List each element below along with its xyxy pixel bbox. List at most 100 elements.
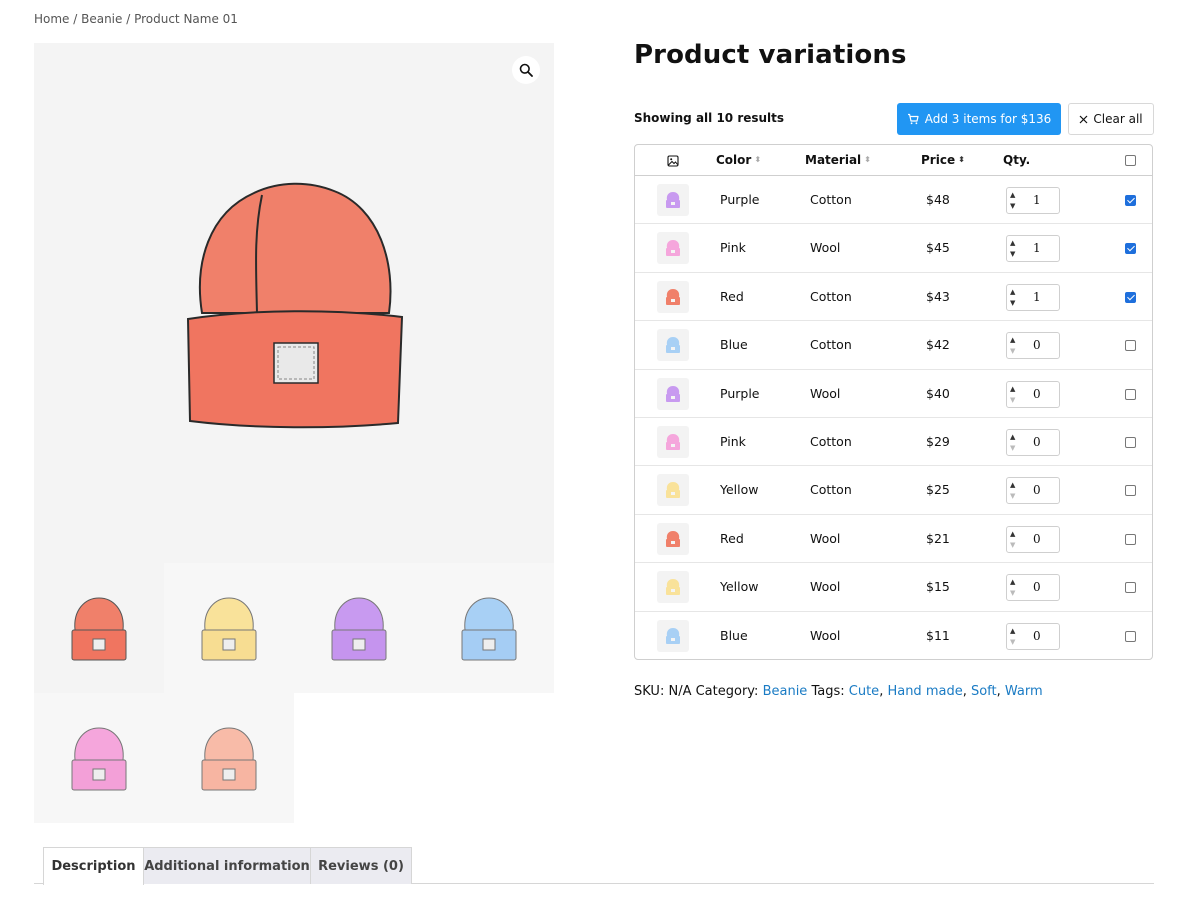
thumbnail-pink[interactable] xyxy=(34,693,164,823)
tag-link[interactable]: Cute xyxy=(849,684,879,699)
increment-arrow-icon[interactable]: ▲ xyxy=(1010,288,1021,296)
decrement-arrow-icon[interactable]: ▼ xyxy=(1010,250,1021,258)
beanie-icon xyxy=(666,288,680,305)
variation-color: Pink xyxy=(720,240,746,256)
main-product-image[interactable] xyxy=(34,43,554,563)
thumbnail-yellow[interactable] xyxy=(164,563,294,693)
zoom-button[interactable] xyxy=(512,56,540,84)
tab-additional-information[interactable]: Additional information xyxy=(143,847,311,884)
variation-material: Wool xyxy=(810,627,841,643)
beanie-image-purple xyxy=(331,597,387,661)
variation-select-checkbox[interactable] xyxy=(1125,340,1136,352)
tab-reviews[interactable]: Reviews (0) xyxy=(310,847,412,884)
color-column-header[interactable]: Color ⬍ xyxy=(716,153,761,167)
variation-select-checkbox[interactable] xyxy=(1125,437,1136,448)
quantity-stepper[interactable]: ▲ ▼ 1 xyxy=(1006,187,1060,214)
increment-arrow-icon[interactable]: ▲ xyxy=(1010,481,1021,489)
thumbnail-red[interactable] xyxy=(34,563,164,693)
quantity-stepper[interactable]: ▲ ▼ 0 xyxy=(1006,525,1060,553)
variation-thumbnail[interactable] xyxy=(657,184,689,216)
decrement-arrow-icon[interactable]: ▼ xyxy=(1010,444,1021,452)
stepper-arrows: ▲ ▼ xyxy=(1010,385,1021,404)
variation-select-checkbox[interactable] xyxy=(1125,195,1136,206)
variation-select-checkbox[interactable] xyxy=(1125,630,1136,642)
stepper-arrows: ▲ ▼ xyxy=(1010,336,1021,355)
increment-arrow-icon[interactable]: ▲ xyxy=(1010,627,1021,635)
beanie-image-red xyxy=(71,597,127,661)
variation-select-checkbox[interactable] xyxy=(1125,485,1136,497)
table-row: Pink Wool $45 ▲ ▼ 1 xyxy=(635,224,1152,273)
table-row: Purple Wool $40 ▲ ▼ 0 xyxy=(635,370,1152,418)
quantity-stepper[interactable]: ▲ ▼ 0 xyxy=(1006,429,1060,456)
add-to-cart-button[interactable]: Add 3 items for $136 xyxy=(897,103,1061,135)
thumbnail-peach[interactable] xyxy=(164,693,294,823)
increment-arrow-icon[interactable]: ▲ xyxy=(1010,385,1021,393)
quantity-stepper[interactable]: ▲ ▼ 0 xyxy=(1006,380,1060,408)
quantity-stepper[interactable]: ▲ ▼ 0 xyxy=(1006,574,1060,602)
add-to-cart-label: Add 3 items for $136 xyxy=(924,112,1052,126)
quantity-stepper[interactable]: ▲ ▼ 0 xyxy=(1006,332,1060,360)
variation-thumbnail[interactable] xyxy=(657,426,689,458)
increment-arrow-icon[interactable]: ▲ xyxy=(1010,578,1021,586)
category-link[interactable]: Beanie xyxy=(763,684,808,699)
variation-thumbnail[interactable] xyxy=(657,571,689,604)
variation-thumbnail[interactable] xyxy=(657,377,689,410)
variation-color: Blue xyxy=(720,627,748,643)
variation-price: $48 xyxy=(926,192,950,207)
decrement-arrow-icon[interactable]: ▼ xyxy=(1010,541,1021,549)
decrement-arrow-icon[interactable]: ▼ xyxy=(1010,589,1021,597)
variation-select-checkbox[interactable] xyxy=(1125,291,1136,303)
quantity-stepper[interactable]: ▲ ▼ 1 xyxy=(1006,235,1060,263)
beanie-icon xyxy=(666,627,680,644)
quantity-value: 1 xyxy=(1033,193,1041,207)
increment-arrow-icon[interactable]: ▲ xyxy=(1010,191,1021,199)
decrement-arrow-icon[interactable]: ▼ xyxy=(1010,202,1021,210)
increment-arrow-icon[interactable]: ▲ xyxy=(1010,336,1021,344)
decrement-arrow-icon[interactable]: ▼ xyxy=(1010,347,1021,355)
breadcrumb[interactable]: Home / Beanie / Product Name 01 xyxy=(34,12,238,26)
quantity-stepper[interactable]: ▲ ▼ 0 xyxy=(1006,477,1060,505)
qty-column-header: Qty. xyxy=(1003,153,1030,167)
quantity-value: 0 xyxy=(1033,531,1041,546)
variation-thumbnail[interactable] xyxy=(657,522,689,555)
variation-thumbnail[interactable] xyxy=(657,329,689,362)
variation-thumbnail[interactable] xyxy=(657,474,689,507)
variation-thumbnail[interactable] xyxy=(657,619,689,652)
thumbnail-purple[interactable] xyxy=(294,563,424,693)
increment-arrow-icon[interactable]: ▲ xyxy=(1010,530,1021,538)
tab-description[interactable]: Description xyxy=(43,847,144,885)
variation-thumbnail[interactable] xyxy=(657,280,689,313)
increment-arrow-icon[interactable]: ▲ xyxy=(1010,239,1021,247)
variation-thumbnail[interactable] xyxy=(657,232,689,265)
tag-link[interactable]: Warm xyxy=(1005,684,1043,699)
quantity-value: 1 xyxy=(1033,241,1041,256)
decrement-arrow-icon[interactable]: ▼ xyxy=(1010,396,1021,404)
select-all-checkbox[interactable] xyxy=(1125,155,1136,166)
beanie-icon xyxy=(666,192,680,208)
decrement-arrow-icon[interactable]: ▼ xyxy=(1010,299,1021,307)
material-header-label: Material xyxy=(805,153,862,167)
variation-select-checkbox[interactable] xyxy=(1125,243,1136,255)
decrement-arrow-icon[interactable]: ▼ xyxy=(1010,492,1021,500)
variation-select-checkbox[interactable] xyxy=(1125,533,1136,545)
increment-arrow-icon[interactable]: ▲ xyxy=(1010,433,1021,441)
variation-select-checkbox[interactable] xyxy=(1125,582,1136,594)
variation-material: Wool xyxy=(810,385,841,401)
variation-material: Cotton xyxy=(810,482,852,498)
beanie-icon xyxy=(666,579,680,596)
clear-all-button[interactable]: Clear all xyxy=(1068,103,1154,135)
thumbnail-blue[interactable] xyxy=(424,563,554,693)
tag-link[interactable]: Soft xyxy=(971,684,997,699)
price-header-label: Price xyxy=(921,153,956,167)
variation-price: $11 xyxy=(926,627,950,643)
quantity-stepper[interactable]: ▲ ▼ 0 xyxy=(1006,622,1060,650)
material-column-header[interactable]: Material ⬍ xyxy=(805,153,871,167)
tag-link[interactable]: Hand made xyxy=(887,684,962,699)
beanie-icon xyxy=(666,385,680,402)
quantity-stepper[interactable]: ▲ ▼ 1 xyxy=(1006,283,1060,311)
price-column-header[interactable]: Price ⬍ xyxy=(921,153,965,167)
variation-select-checkbox[interactable] xyxy=(1125,388,1136,400)
decrement-arrow-icon[interactable]: ▼ xyxy=(1010,638,1021,646)
variation-color: Purple xyxy=(720,192,760,207)
beanie-icon xyxy=(666,482,680,499)
